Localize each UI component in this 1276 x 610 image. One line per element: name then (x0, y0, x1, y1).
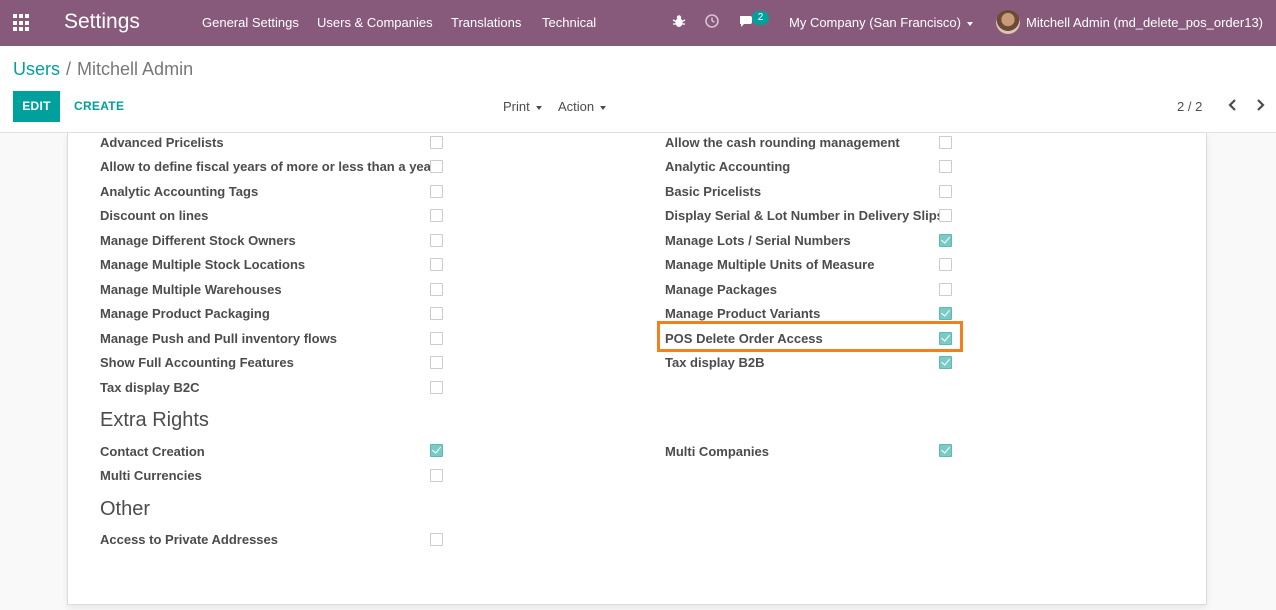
pager-previous-icon[interactable] (1226, 98, 1240, 112)
cash-rounding-checkbox[interactable] (939, 136, 952, 149)
section-title-other: Other (100, 498, 151, 520)
field-label: Manage Multiple Units of Measure (665, 257, 875, 272)
field-label: Manage Packages (665, 282, 778, 297)
chevron-down-icon (600, 105, 607, 110)
create-button[interactable]: CREATE (74, 99, 124, 113)
full-accounting-checkbox[interactable] (430, 356, 443, 369)
discount-lines-checkbox[interactable] (430, 209, 443, 222)
push-pull-checkbox[interactable] (430, 332, 443, 345)
field-label: Tax display B2B (665, 355, 765, 370)
private-addresses-checkbox[interactable] (430, 533, 443, 546)
field-label: Show Full Accounting Features (100, 355, 294, 370)
field-label: Manage Multiple Stock Locations (100, 257, 306, 272)
section-title-extra-rights: Extra Rights (100, 409, 209, 431)
edit-button[interactable]: EDIT (13, 91, 60, 122)
activity-clock-icon[interactable] (704, 13, 720, 29)
field-label: Discount on lines (100, 208, 209, 223)
fiscal-years-checkbox[interactable] (430, 160, 443, 173)
product-packaging-checkbox[interactable] (430, 307, 443, 320)
field-label: Display Serial & Lot Number in Delivery … (665, 208, 944, 223)
menu-technical[interactable]: Technical (542, 15, 596, 30)
multi-currencies-checkbox[interactable] (430, 469, 443, 482)
action-dropdown[interactable]: Action (558, 99, 607, 114)
control-panel: Users / Mitchell Admin EDIT CREATE Print A… (0, 46, 1276, 133)
tax-b2b-checkbox[interactable] (939, 356, 952, 369)
field-label: Manage Lots / Serial Numbers (665, 233, 851, 248)
breadcrumb-users-link[interactable]: Users (13, 59, 60, 79)
user-avatar[interactable] (996, 10, 1020, 34)
field-label: Multi Companies (665, 444, 770, 459)
menu-users-companies[interactable]: Users & Companies (317, 15, 433, 30)
tax-b2c-checkbox[interactable] (430, 381, 443, 394)
field-label: Basic Pricelists (665, 184, 762, 199)
app-title[interactable]: Settings (64, 10, 140, 34)
field-label: Analytic Accounting (665, 159, 791, 174)
field-label: Manage Product Variants (665, 306, 821, 321)
field-label: Advanced Pricelists (100, 135, 224, 150)
pager-value[interactable]: 2 / 2 (1177, 99, 1202, 114)
lots-serial-checkbox[interactable] (939, 234, 952, 247)
stock-locations-checkbox[interactable] (430, 258, 443, 271)
pos-delete-order-checkbox[interactable] (939, 332, 952, 345)
breadcrumb-separator: / (66, 59, 72, 79)
menu-translations[interactable]: Translations (451, 15, 521, 30)
field-label: Multi Currencies (100, 468, 202, 483)
basic-pricelists-checkbox[interactable] (939, 185, 952, 198)
debug-bug-icon[interactable] (671, 13, 687, 29)
multi-companies-checkbox[interactable] (939, 444, 952, 457)
top-navbar: Settings General Settings Users & Compan… (0, 0, 1276, 46)
messages-count-badge: 2 (752, 11, 769, 25)
user-menu[interactable]: Mitchell Admin (md_delete_pos_order13) (1026, 15, 1263, 30)
product-variants-checkbox[interactable] (939, 307, 952, 320)
chevron-down-icon (966, 21, 973, 26)
field-label: Contact Creation (100, 444, 205, 459)
apps-menu-icon[interactable] (13, 14, 31, 32)
action-label: Action (558, 99, 595, 114)
field-label: Allow the cash rounding management (665, 135, 900, 150)
advanced-pricelists-checkbox[interactable] (430, 136, 443, 149)
stock-owners-checkbox[interactable] (430, 234, 443, 247)
field-label: POS Delete Order Access (665, 331, 823, 346)
analytic-tags-checkbox[interactable] (430, 185, 443, 198)
field-label: Manage Product Packaging (100, 306, 270, 321)
breadcrumb-current: Mitchell Admin (77, 59, 194, 79)
field-label: Tax display B2C (100, 380, 200, 395)
serial-lot-slips-checkbox[interactable] (939, 209, 952, 222)
field-label: Manage Push and Pull inventory flows (100, 331, 337, 346)
menu-general-settings[interactable]: General Settings (202, 15, 299, 30)
field-label: Allow to define fiscal years of more or … (100, 159, 436, 174)
chevron-down-icon (535, 105, 542, 110)
field-label: Manage Multiple Warehouses (100, 282, 282, 297)
print-label: Print (503, 99, 530, 114)
units-of-measure-checkbox[interactable] (939, 258, 952, 271)
company-name: My Company (San Francisco) (789, 15, 961, 30)
contact-creation-checkbox[interactable] (430, 444, 443, 457)
print-dropdown[interactable]: Print (503, 99, 542, 114)
field-label: Manage Different Stock Owners (100, 233, 296, 248)
breadcrumb: Users / Mitchell Admin (13, 59, 193, 80)
analytic-accounting-checkbox[interactable] (939, 160, 952, 173)
packages-checkbox[interactable] (939, 283, 952, 296)
pager-next-icon[interactable] (1253, 98, 1267, 112)
field-label: Access to Private Addresses (100, 532, 279, 547)
company-switcher[interactable]: My Company (San Francisco) (789, 15, 973, 30)
warehouses-checkbox[interactable] (430, 283, 443, 296)
field-label: Analytic Accounting Tags (100, 184, 259, 199)
